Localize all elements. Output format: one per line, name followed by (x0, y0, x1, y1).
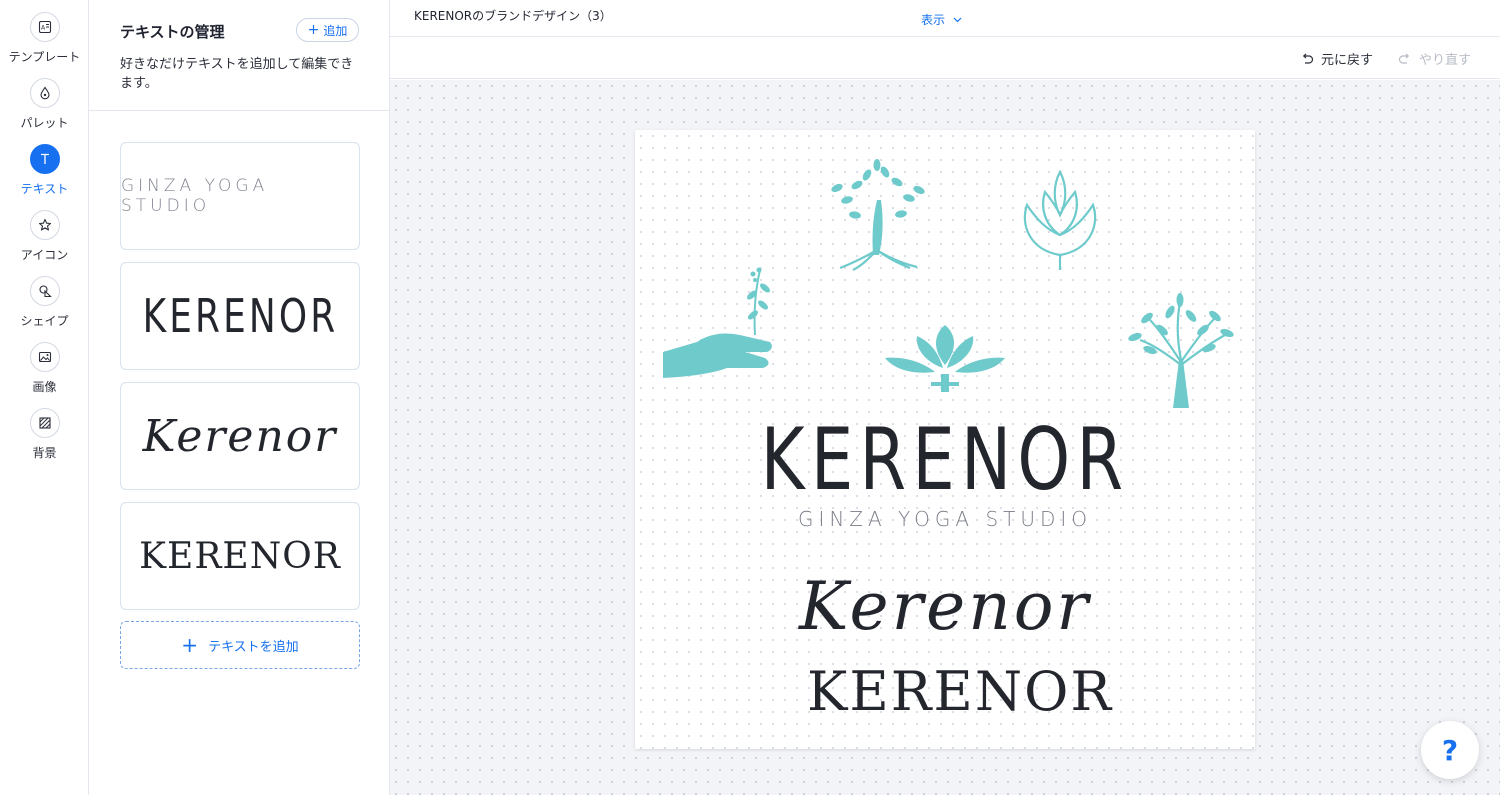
help-icon: ? (1441, 733, 1459, 767)
redo-icon (1398, 53, 1410, 64)
left-rail: A テンプレート パレット テキスト アイコン シェイプ 画像 背景 (0, 0, 89, 795)
rail-label: 背景 (32, 446, 57, 460)
text-panel: テキストの管理 + 追加 好きなだけテキストを追加して編集できます。 GINZA… (89, 0, 390, 795)
artboard-illustrations (663, 159, 1235, 408)
panel-header: テキストの管理 + 追加 好きなだけテキストを追加して編集できます。 (89, 0, 389, 111)
logo-script-text[interactable]: Kerenor (635, 568, 1255, 645)
card-text: GINZA YOGA STUDIO (121, 176, 269, 216)
palette-drop-icon (29, 78, 60, 108)
rail-item-text[interactable]: テキスト (0, 144, 89, 197)
tree-roots-icon[interactable] (830, 159, 926, 271)
rail-label: アイコン (20, 248, 69, 262)
shape-icon (29, 276, 60, 306)
background-icon (29, 408, 60, 438)
text-card-serif[interactable]: KERENOR (120, 502, 360, 610)
logo-title-text[interactable]: KERENOR (703, 410, 1187, 510)
card-text: KERENOR (142, 289, 338, 343)
text-icon (29, 144, 60, 174)
undo-icon (1302, 53, 1314, 64)
card-text: KERENOR (139, 535, 341, 577)
add-text-label: テキストを追加 (208, 639, 299, 655)
rail-label: テキスト (20, 182, 69, 196)
card-text: Kerenor (142, 410, 338, 462)
rail-label: 画像 (32, 380, 57, 394)
undo-button[interactable]: 元に戻す (1300, 49, 1373, 68)
view-menu-label: 表示 (921, 13, 946, 27)
star-icon (29, 210, 60, 240)
rail-label: テンプレート (8, 50, 81, 64)
rail-item-icon[interactable]: アイコン (0, 210, 89, 263)
plus-icon: + (307, 22, 320, 38)
panel-title: テキストの管理 (120, 23, 225, 41)
lotus-icon[interactable] (885, 325, 1005, 392)
logo-serif-text[interactable]: KERENOR (635, 660, 1285, 723)
rail-item-palette[interactable]: パレット (0, 78, 89, 131)
tree-icon[interactable] (1127, 293, 1235, 408)
artboard[interactable]: KERENOR GINZA YOGA STUDIO Kerenor KERENO… (635, 130, 1255, 749)
text-card-script[interactable]: Kerenor (120, 382, 360, 490)
add-button-label: 追加 (323, 23, 348, 38)
rail-label: シェイプ (20, 314, 69, 328)
redo-button[interactable]: やり直す (1398, 49, 1471, 68)
logo-subtitle-text[interactable]: GINZA YOGA STUDIO (635, 507, 1255, 531)
document-title: KERENORのブランドデザイン（3） (414, 9, 612, 23)
chevron-down-icon (953, 17, 962, 22)
rail-item-template[interactable]: A テンプレート (0, 12, 89, 65)
top-bar: KERENORのブランドデザイン（3） 表示 (390, 0, 1500, 37)
help-button[interactable]: ? (1421, 721, 1479, 779)
image-icon (29, 342, 60, 372)
lotus-bud-icon[interactable] (1023, 169, 1097, 270)
add-button[interactable]: + 追加 (296, 18, 359, 42)
hand-sprout-icon[interactable] (663, 267, 772, 379)
view-menu-button[interactable]: 表示 (921, 11, 962, 28)
rail-item-image[interactable]: 画像 (0, 342, 89, 395)
text-card-title[interactable]: KERENOR (120, 262, 360, 370)
edit-toolbar: 元に戻す やり直す (390, 37, 1500, 79)
panel-description: 好きなだけテキストを追加して編集できます。 (120, 57, 354, 91)
plus-icon: + (181, 633, 199, 657)
rail-item-background[interactable]: 背景 (0, 408, 89, 461)
rail-label: パレット (20, 116, 69, 130)
redo-label: やり直す (1419, 53, 1472, 68)
text-card-subtitle[interactable]: GINZA YOGA STUDIO (120, 142, 360, 250)
rail-item-shape[interactable]: シェイプ (0, 276, 89, 329)
undo-label: 元に戻す (1321, 53, 1374, 68)
svg-text:A: A (41, 25, 46, 32)
add-text-button[interactable]: + テキストを追加 (120, 621, 360, 669)
canvas-area[interactable]: KERENOR GINZA YOGA STUDIO Kerenor KERENO… (390, 80, 1500, 795)
template-icon: A (29, 12, 60, 42)
